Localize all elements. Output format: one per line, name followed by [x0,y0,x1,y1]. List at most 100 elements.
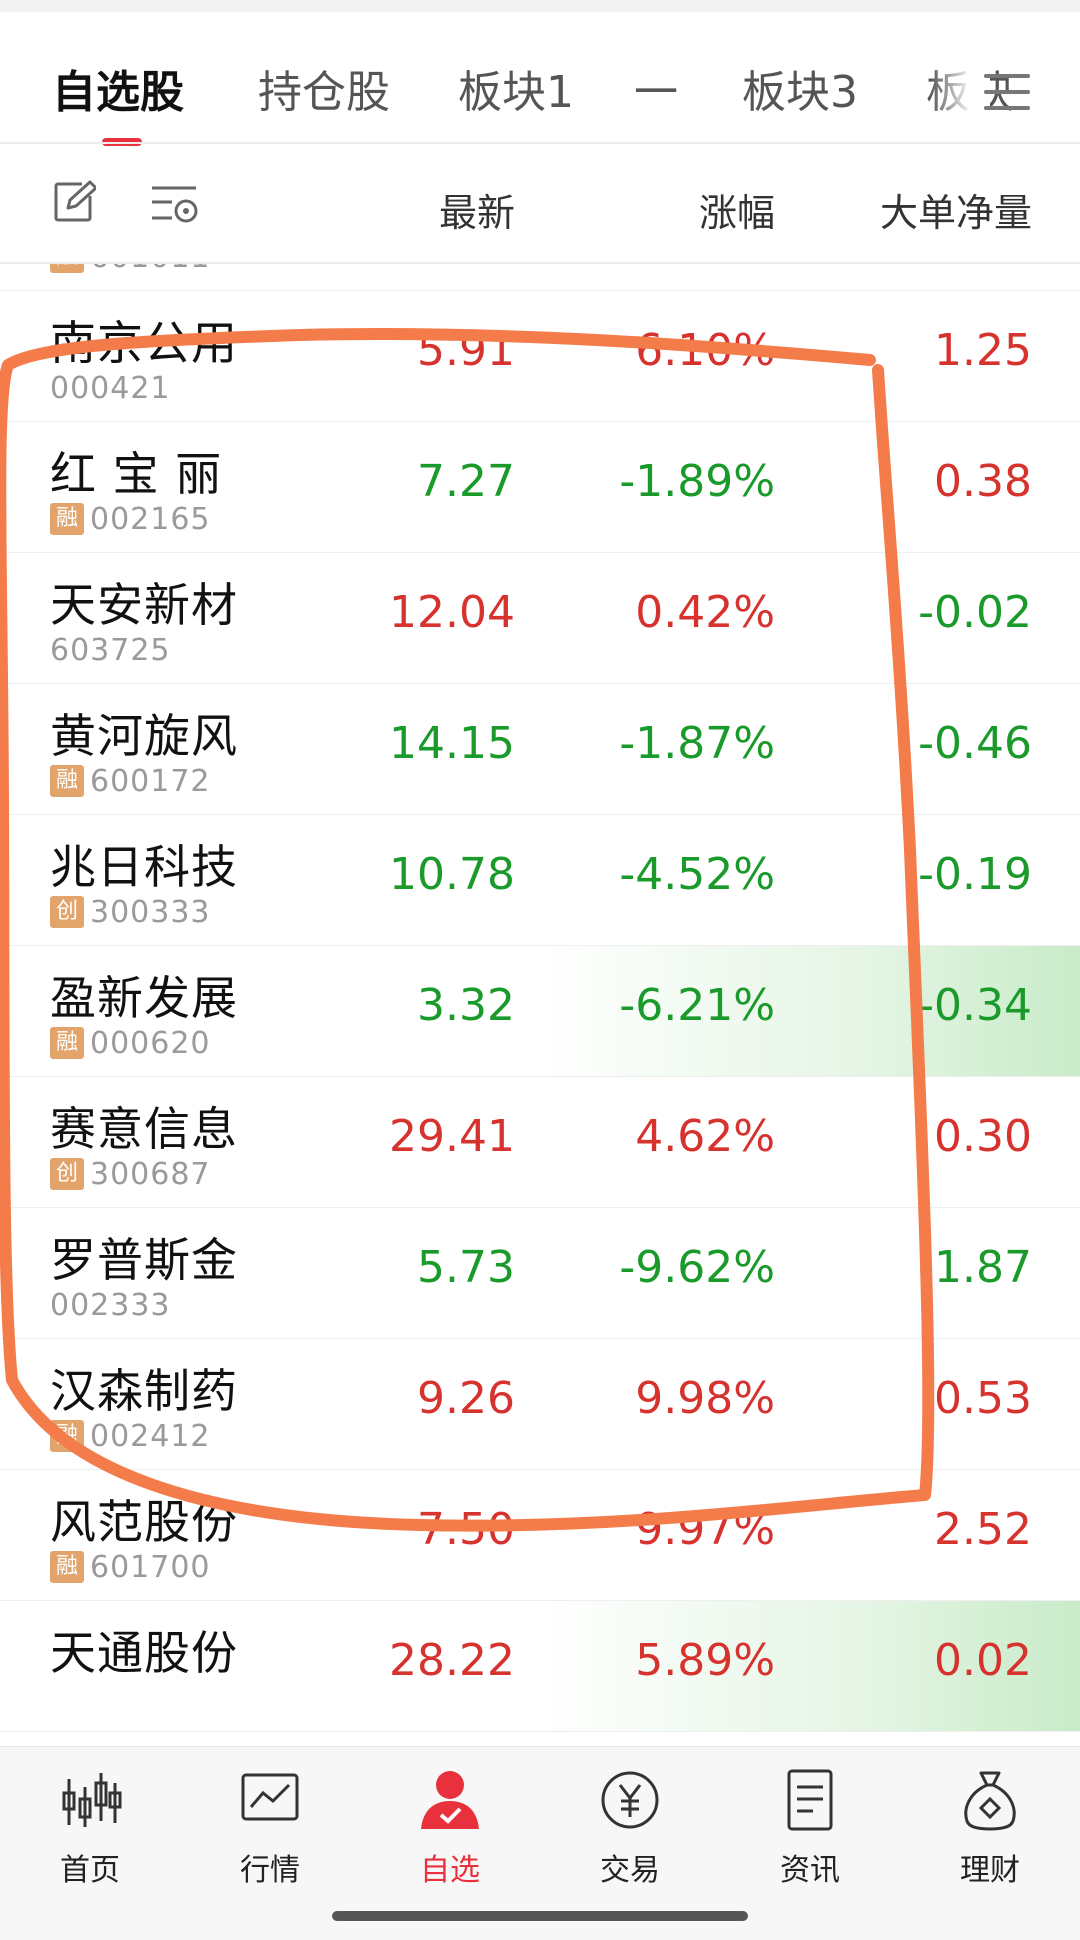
stock-code: 002165 [90,501,211,537]
net-volume: 1.25 [934,325,1032,376]
stock-name: 罗普斯金 [50,1233,238,1287]
latest-price: 7.27 [417,456,515,507]
net-volume: -0.19 [918,849,1032,900]
change-percent: -6.21% [619,980,775,1031]
stock-row[interactable]: 黄河旋风 融 600172 14.15 -1.87% -0.46 [0,684,1080,815]
stock-code: 300687 [90,1156,211,1192]
tab-watchlist[interactable]: 自选股 [52,56,184,120]
stock-row[interactable]: 兆日科技 创 300333 10.78 -4.52% -0.19 [0,815,1080,946]
stock-name: 赛意信息 [50,1102,238,1156]
latest-price: 5.73 [417,1242,515,1293]
stock-code: 603725 [50,632,171,668]
home-indicator [332,1911,748,1921]
stock-code: 002333 [50,1287,171,1323]
user-check-icon [421,1771,479,1829]
stock-row[interactable]: 红 宝 丽 融 002165 7.27 -1.89% 0.38 [0,422,1080,553]
document-icon [787,1769,833,1831]
stock-code: 601011 [90,264,211,275]
latest-price: 29.41 [389,1111,515,1162]
change-percent: 6.10% [635,325,775,376]
nav-market[interactable]: 行情 [180,1765,360,1889]
column-header: 最新 涨幅 大单净量 [0,144,1080,262]
stock-meta: 000421 [50,370,171,406]
margin-badge: 融 [50,264,84,273]
stock-name: 南京公用 [50,316,238,370]
money-bag-icon [964,1771,1016,1831]
header-latest[interactable]: 最新 [439,182,515,237]
net-volume: 0.38 [934,456,1032,507]
stock-meta: 创 300333 [50,894,211,930]
stock-row[interactable]: 赛意信息 创 300687 29.41 4.62% 0.30 [0,1077,1080,1208]
stock-row[interactable]: 天通股份 28.22 5.89% 0.02 [0,1601,1080,1732]
status-strip [0,0,1080,12]
tab-sector-1[interactable]: 板块1 [458,56,574,120]
net-volume: -0.02 [918,587,1032,638]
change-percent: 5.89% [635,1635,775,1686]
stock-meta: 603725 [50,632,171,668]
margin-badge: 融 [50,1551,84,1583]
net-volume: 0.53 [934,1373,1032,1424]
change-percent: -1.89% [619,456,775,507]
stock-name: 风范股份 [50,1495,238,1549]
margin-badge: 融 [50,503,84,535]
stock-meta: 融 600172 [50,763,211,799]
nav-trade[interactable]: 交易 [540,1765,720,1889]
chart-icon [241,1773,299,1821]
watchlist-tabs: 自选股 持仓股 板块1 一 板块3 板块 [0,12,1080,146]
stock-row[interactable]: 宝泰隆 融 601011 3.23 6.25% -1.91 [0,264,1080,291]
net-volume: -1.87 [918,1242,1032,1293]
change-percent: 4.62% [635,1111,775,1162]
header-net-volume[interactable]: 大单净量 [880,182,1032,237]
latest-price: 28.22 [389,1635,515,1686]
nav-watchlist[interactable]: 自选 [360,1765,540,1889]
stock-code: 002412 [90,1418,211,1454]
stock-meta: 融 002165 [50,501,211,537]
net-volume: 0.02 [934,1635,1032,1686]
stock-name: 黄河旋风 [50,709,238,763]
margin-badge: 融 [50,1027,84,1059]
tab-holdings[interactable]: 持仓股 [258,56,390,120]
nav-home[interactable]: 首页 [0,1765,180,1889]
change-percent: -1.87% [619,718,775,769]
stock-row[interactable]: 汉森制药 融 002412 9.26 9.98% 0.53 [0,1339,1080,1470]
margin-badge: 融 [50,1420,84,1452]
nav-wealth[interactable]: 理财 [900,1765,1080,1889]
latest-price: 12.04 [389,587,515,638]
stock-meta: 融 000620 [50,1025,211,1061]
stock-row[interactable]: 南京公用 000421 5.91 6.10% 1.25 [0,291,1080,422]
stock-meta: 融 002412 [50,1418,211,1454]
stock-code: 601700 [90,1549,211,1585]
tab-sector-2[interactable]: 一 [634,56,678,120]
edit-icon[interactable] [52,180,96,224]
filter-settings-icon[interactable] [150,182,200,226]
tab-fade [930,52,990,132]
stock-code: 300333 [90,894,211,930]
net-volume: -0.46 [918,718,1032,769]
margin-badge: 融 [50,765,84,797]
stock-code: 000620 [90,1025,211,1061]
stock-row[interactable]: 天安新材 603725 12.04 0.42% -0.02 [0,553,1080,684]
stock-list[interactable]: 宝泰隆 融 601011 3.23 6.25% -1.91 南京公用 00042… [0,264,1080,1746]
stock-row[interactable]: 盈新发展 融 000620 3.32 -6.21% -0.34 [0,946,1080,1077]
stock-row[interactable]: 风范股份 融 601700 7.50 9.97% 2.52 [0,1470,1080,1601]
header-change[interactable]: 涨幅 [699,182,775,237]
menu-icon[interactable] [984,74,1030,110]
stock-name: 天通股份 [50,1626,238,1680]
margin-badge: 创 [50,1158,84,1190]
change-percent: -4.52% [619,849,775,900]
kline-icon [62,1773,122,1827]
yen-icon [601,1771,659,1829]
change-percent: 9.97% [635,1504,775,1555]
latest-price: 5.91 [417,325,515,376]
net-volume: -0.34 [918,980,1032,1031]
stock-code: 000421 [50,370,171,406]
stock-meta: 融 601700 [50,1549,211,1585]
net-volume: 2.52 [934,1504,1032,1555]
stock-row[interactable]: 罗普斯金 002333 5.73 -9.62% -1.87 [0,1208,1080,1339]
net-volume: 0.30 [934,1111,1032,1162]
tab-sector-3[interactable]: 板块3 [742,56,858,120]
nav-news[interactable]: 资讯 [720,1765,900,1889]
stock-code: 600172 [90,763,211,799]
stock-name: 盈新发展 [50,971,238,1025]
stock-meta: 创 300687 [50,1156,211,1192]
